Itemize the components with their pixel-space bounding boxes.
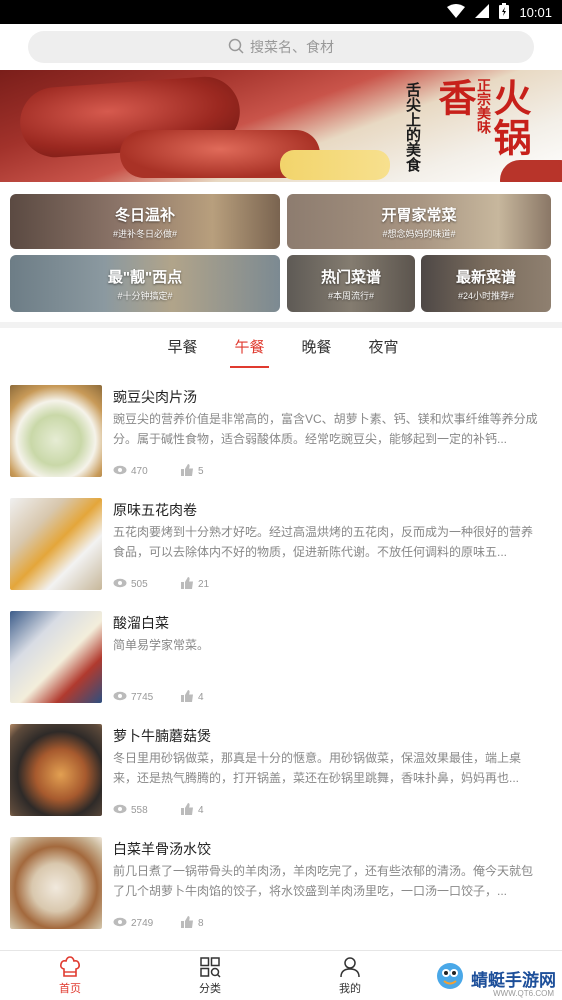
tab-lunch[interactable]: 午餐 [230, 330, 269, 368]
section-divider [0, 322, 562, 328]
recipe-stats: 505 21 [113, 577, 209, 592]
recipe-title: 白菜羊骨汤水饺 [113, 841, 211, 857]
watermark-text: 蜻蜓手游网 [471, 971, 556, 990]
recipe-thumbnail [10, 498, 102, 590]
status-time: 10:01 [519, 4, 552, 20]
eye-icon [113, 691, 127, 704]
chef-hat-icon [59, 955, 81, 978]
bottom-navigation: 首页 分类 我的 蜻蜓手游网 WWW.QT6.COM [0, 950, 562, 1000]
thumbs-up-icon [181, 916, 193, 931]
recipe-stats: 7745 4 [113, 690, 204, 705]
category-subtitle: #进补冬日必做# [112, 228, 177, 239]
eye-icon [113, 804, 127, 817]
like-count: 8 [198, 918, 204, 929]
category-title: 开胃家常菜 [381, 206, 457, 224]
recipe-stats: 470 5 [113, 464, 204, 479]
banner-image-noodles [280, 150, 390, 180]
recipe-description: 冬日里用砂锅做菜，那真是十分的惬意。用砂锅做菜，保温效果最佳，端上桌来，还是热气… [113, 751, 522, 785]
recipe-thumbnail [10, 611, 102, 703]
watermark-url: WWW.QT6.COM [493, 989, 554, 998]
category-subtitle: #24小时推荐# [457, 290, 515, 301]
list-item[interactable]: 原味五花肉卷 五花肉要烤到十分熟才好吃。经过高温烘烤的五花肉，反而成为一种很好的… [0, 488, 562, 600]
tab-dinner[interactable]: 晚餐 [300, 330, 334, 368]
thumbs-up-icon [181, 690, 193, 705]
category-card-newest[interactable]: 最新菜谱 #24小时推荐# [421, 255, 551, 312]
tab-breakfast[interactable]: 早餐 [165, 330, 199, 368]
category-title: 冬日温补 [114, 206, 175, 224]
category-card-popular[interactable]: 热门菜谱 #本周流行# [287, 255, 415, 312]
nav-label: 我的 [339, 982, 361, 995]
category-grid: 冬日温补 #进补冬日必做# 开胃家常菜 #想念妈妈的味道# 最"靓"西点 #十分… [0, 194, 562, 312]
list-item[interactable]: 白菜羊骨汤水饺 前几日煮了一锅带骨头的羊肉汤，羊肉吃完了，还有些浓郁的清汤。俺今… [0, 827, 562, 939]
cell-signal-icon [475, 3, 490, 21]
status-bar: 10:01 [0, 0, 562, 24]
search-icon [228, 38, 244, 57]
recipe-thumbnail [10, 724, 102, 816]
recipe-title: 酸溜白菜 [113, 615, 169, 631]
banner-tagline-right: 正宗美味 [476, 78, 492, 134]
like-count: 21 [198, 579, 210, 590]
recipe-description: 简单易学家常菜。 [113, 638, 210, 652]
dragonfly-logo-icon [435, 961, 465, 996]
view-count: 558 [131, 805, 148, 816]
like-count: 4 [198, 692, 204, 703]
category-card-desserts[interactable]: 最"靓"西点 #十分钟搞定# [10, 255, 280, 312]
thumbs-up-icon [181, 803, 193, 818]
like-count: 5 [198, 466, 204, 477]
eye-icon [113, 578, 127, 591]
view-count: 7745 [131, 692, 154, 703]
meal-tabs: 早餐 午餐 晚餐 夜宵 [0, 330, 562, 368]
nav-home[interactable]: 首页 [0, 951, 140, 1000]
recipe-description: 五花肉要烤到十分熟才好吃。经过高温烘烤的五花肉，反而成为一种很好的营养食品，可以… [113, 525, 534, 559]
banner-tagline-left: 舌尖上的美食 [404, 82, 421, 172]
list-item[interactable]: 酸溜白菜 简单易学家常菜。 7745 4 [0, 601, 562, 713]
recipe-description: 前几日煮了一锅带骨头的羊肉汤，羊肉吃完了，还有些浓郁的清汤。俺今天就包了几个胡萝… [113, 864, 534, 898]
category-title: 热门菜谱 [320, 268, 381, 286]
wifi-icon [447, 3, 466, 21]
nav-label: 首页 [59, 982, 81, 995]
search-input[interactable]: 搜菜名、食材 [28, 31, 534, 63]
category-card-winter-tonic[interactable]: 冬日温补 #进补冬日必做# [10, 194, 280, 249]
view-count: 470 [131, 466, 148, 477]
user-icon [339, 956, 361, 978]
nav-profile[interactable]: 我的 [280, 951, 420, 1000]
nav-label: 分类 [199, 982, 221, 995]
category-card-home-dishes[interactable]: 开胃家常菜 #想念妈妈的味道# [287, 194, 551, 249]
list-item[interactable]: 豌豆尖肉片汤 豌豆尖的营养价值是非常高的，富含VC、胡萝卜素、钙、镁和炊事纤维等… [0, 375, 562, 487]
category-title: 最"靓"西点 [107, 268, 183, 286]
nav-categories[interactable]: 分类 [140, 951, 280, 1000]
category-title: 最新菜谱 [455, 268, 516, 286]
category-subtitle: #想念妈妈的味道# [382, 228, 456, 239]
thumbs-up-icon [181, 464, 193, 479]
recipe-description: 豌豆尖的营养价值是非常高的，富含VC、胡萝卜素、钙、镁和炊事纤维等养分成分。属于… [113, 412, 538, 446]
watermark: 蜻蜓手游网 WWW.QT6.COM [435, 961, 556, 998]
search-placeholder: 搜菜名、食材 [250, 39, 334, 55]
grid-icon [199, 956, 221, 978]
recipe-title: 萝卜牛腩蘑菇煲 [113, 728, 211, 744]
list-item[interactable]: 萝卜牛腩蘑菇煲 冬日里用砂锅做菜，那真是十分的惬意。用砂锅做菜，保温效果最佳，端… [0, 714, 562, 826]
recipe-title: 原味五花肉卷 [113, 502, 197, 518]
eye-icon [113, 917, 127, 930]
battery-icon [499, 2, 510, 22]
recipe-thumbnail [10, 837, 102, 929]
recipe-stats: 558 4 [113, 803, 204, 818]
hotpot-banner[interactable]: 舌尖上的美食 火锅香 正宗美味 [0, 70, 562, 182]
recipe-stats: 2749 8 [113, 916, 204, 931]
recipe-thumbnail [10, 385, 102, 477]
category-subtitle: #本周流行# [327, 290, 374, 301]
like-count: 4 [198, 805, 204, 816]
view-count: 2749 [131, 918, 154, 929]
thumbs-up-icon [181, 577, 193, 592]
category-subtitle: #十分钟搞定# [117, 290, 173, 301]
view-count: 505 [131, 579, 148, 590]
recipe-title: 豌豆尖肉片汤 [113, 389, 197, 405]
search-bar-container: 搜菜名、食材 [0, 24, 562, 70]
eye-icon [113, 465, 127, 478]
tab-late-night[interactable]: 夜宵 [367, 330, 401, 368]
